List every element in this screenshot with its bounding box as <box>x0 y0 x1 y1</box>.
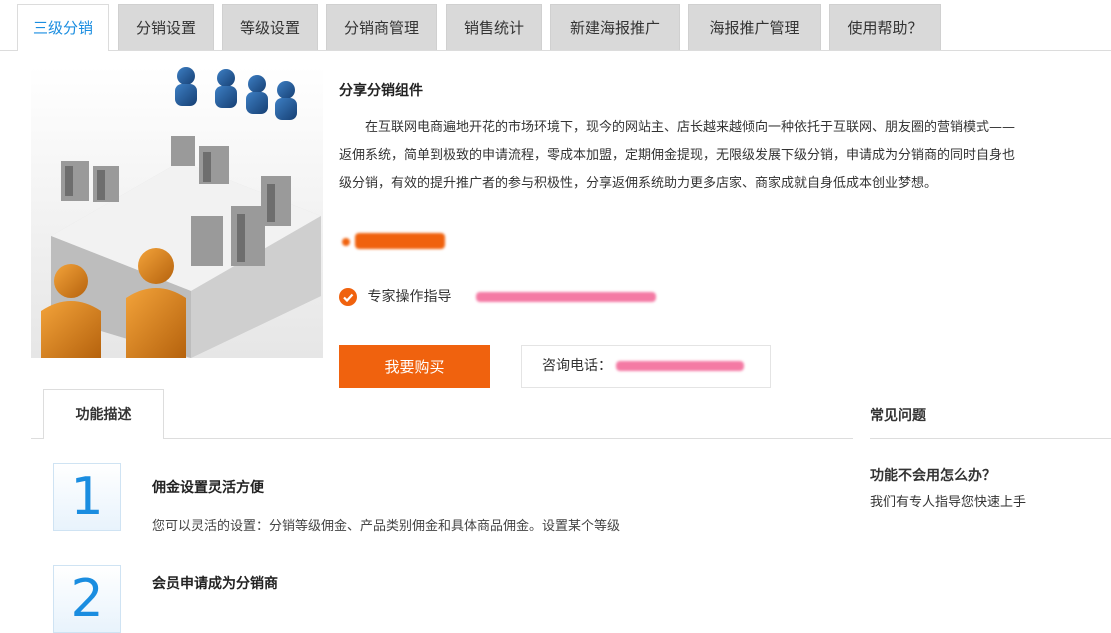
product-description: 在互联网电商遍地开花的市场环境下，现今的网站主、店长越来越倾向一种依托于互联网、… <box>339 114 1111 198</box>
phone-number-redacted <box>616 361 745 371</box>
description-line: 在互联网电商遍地开花的市场环境下，现今的网站主、店长越来越倾向一种依托于互联网、… <box>365 120 1016 135</box>
faq-title: 常见问题 <box>870 408 926 424</box>
tab-distribution-settings[interactable]: 分销设置 <box>118 4 214 50</box>
description-line: 返佣系统，简单到极致的申请流程，零成本加盟，定期佣金提现，无限级发展下级分销，申… <box>339 148 1016 163</box>
expert-guide-label: 专家操作指导 <box>367 289 452 305</box>
tab-distributor-management[interactable]: 分销商管理 <box>326 4 437 50</box>
divider <box>870 438 1111 439</box>
product-image <box>31 66 323 358</box>
guide-contact-redacted <box>475 292 656 302</box>
tab-new-poster-promotion[interactable]: 新建海报推广 <box>550 4 680 50</box>
puzzle-people-illustration <box>31 66 323 358</box>
phone-label: 咨询电话： <box>542 358 612 374</box>
feature-number-badge: 1 <box>53 463 121 531</box>
tab-bar: 三级分销 分销设置 等级设置 分销商管理 销售统计 新建海报推广 海报推广管理 … <box>0 0 1111 51</box>
product-title: 分享分销组件 <box>339 83 423 99</box>
tab-level-settings[interactable]: 等级设置 <box>222 4 318 50</box>
tab-poster-promotion-management[interactable]: 海报推广管理 <box>688 4 821 50</box>
feature-title: 会员申请成为分销商 <box>152 576 278 592</box>
feature-number-badge: 2 <box>53 565 121 633</box>
tab-feature-description[interactable]: 功能描述 <box>43 389 164 439</box>
faq-question[interactable]: 功能不会用怎么办？ <box>870 465 996 485</box>
price-redacted <box>339 228 451 254</box>
tab-sales-statistics[interactable]: 销售统计 <box>446 4 542 50</box>
buy-button[interactable]: 我要购买 <box>339 345 490 388</box>
tab-three-level-distribution[interactable]: 三级分销 <box>17 4 109 51</box>
tab-help[interactable]: 使用帮助？ <box>829 4 941 50</box>
feature-title: 佣金设置灵活方便 <box>152 480 264 496</box>
faq-answer: 我们有专人指导您快速上手 <box>870 495 1027 510</box>
description-line: 级分销，有效的提升推广者的参与积极性，分享返佣系统助力更多店家、商家成就自身低成… <box>339 176 938 191</box>
feature-description: 您可以灵活的设置：分销等级佣金、产品类别佣金和具体商品佣金。设置某个等级 <box>152 519 621 534</box>
check-circle-icon <box>339 288 357 306</box>
consult-phone: 咨询电话： <box>521 345 771 388</box>
expert-guide-row: 专家操作指导 <box>339 285 656 309</box>
